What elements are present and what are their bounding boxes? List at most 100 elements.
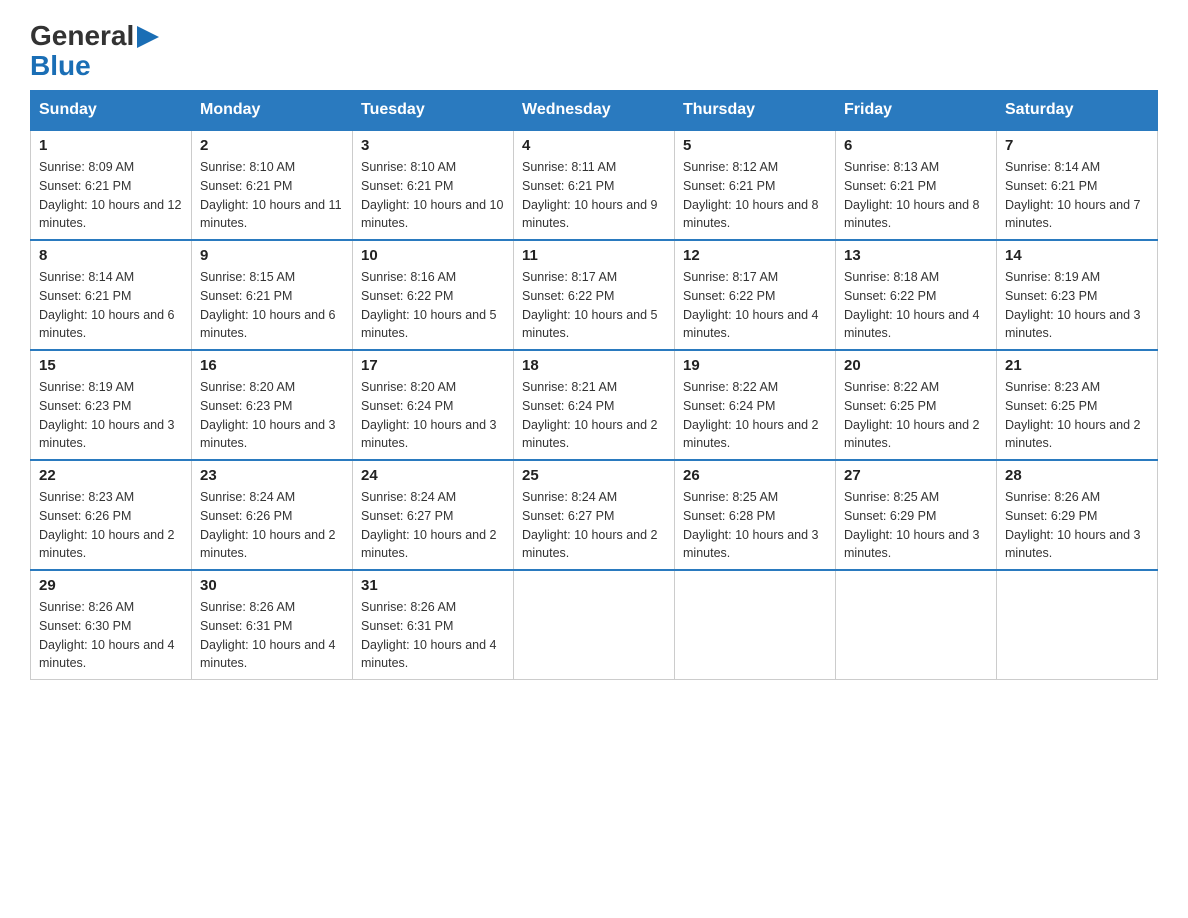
day-info: Sunrise: 8:22 AMSunset: 6:24 PMDaylight:… <box>683 378 827 453</box>
calendar-day-8: 8 Sunrise: 8:14 AMSunset: 6:21 PMDayligh… <box>31 240 192 350</box>
day-info: Sunrise: 8:15 AMSunset: 6:21 PMDaylight:… <box>200 268 344 343</box>
calendar-day-26: 26 Sunrise: 8:25 AMSunset: 6:28 PMDaylig… <box>675 460 836 570</box>
calendar-day-18: 18 Sunrise: 8:21 AMSunset: 6:24 PMDaylig… <box>514 350 675 460</box>
day-info: Sunrise: 8:26 AMSunset: 6:30 PMDaylight:… <box>39 598 183 673</box>
day-number: 16 <box>200 357 344 374</box>
day-number: 25 <box>522 467 666 484</box>
day-number: 4 <box>522 137 666 154</box>
day-info: Sunrise: 8:16 AMSunset: 6:22 PMDaylight:… <box>361 268 505 343</box>
day-number: 23 <box>200 467 344 484</box>
calendar-day-24: 24 Sunrise: 8:24 AMSunset: 6:27 PMDaylig… <box>353 460 514 570</box>
day-number: 31 <box>361 577 505 594</box>
logo-arrow-icon <box>137 26 159 48</box>
calendar-header-row: SundayMondayTuesdayWednesdayThursdayFrid… <box>31 91 1158 131</box>
day-number: 8 <box>39 247 183 264</box>
day-number: 7 <box>1005 137 1149 154</box>
calendar-day-17: 17 Sunrise: 8:20 AMSunset: 6:24 PMDaylig… <box>353 350 514 460</box>
calendar-day-13: 13 Sunrise: 8:18 AMSunset: 6:22 PMDaylig… <box>836 240 997 350</box>
day-info: Sunrise: 8:22 AMSunset: 6:25 PMDaylight:… <box>844 378 988 453</box>
empty-cell <box>675 570 836 680</box>
day-number: 21 <box>1005 357 1149 374</box>
day-info: Sunrise: 8:26 AMSunset: 6:29 PMDaylight:… <box>1005 488 1149 563</box>
day-info: Sunrise: 8:25 AMSunset: 6:29 PMDaylight:… <box>844 488 988 563</box>
day-info: Sunrise: 8:24 AMSunset: 6:27 PMDaylight:… <box>522 488 666 563</box>
calendar-table: SundayMondayTuesdayWednesdayThursdayFrid… <box>30 90 1158 680</box>
calendar-week-3: 15 Sunrise: 8:19 AMSunset: 6:23 PMDaylig… <box>31 350 1158 460</box>
calendar-day-7: 7 Sunrise: 8:14 AMSunset: 6:21 PMDayligh… <box>997 130 1158 240</box>
day-number: 26 <box>683 467 827 484</box>
day-number: 15 <box>39 357 183 374</box>
empty-cell <box>514 570 675 680</box>
calendar-day-1: 1 Sunrise: 8:09 AMSunset: 6:21 PMDayligh… <box>31 130 192 240</box>
header-tuesday: Tuesday <box>353 91 514 131</box>
day-number: 5 <box>683 137 827 154</box>
calendar-day-6: 6 Sunrise: 8:13 AMSunset: 6:21 PMDayligh… <box>836 130 997 240</box>
day-info: Sunrise: 8:14 AMSunset: 6:21 PMDaylight:… <box>39 268 183 343</box>
day-info: Sunrise: 8:14 AMSunset: 6:21 PMDaylight:… <box>1005 158 1149 233</box>
calendar-day-3: 3 Sunrise: 8:10 AMSunset: 6:21 PMDayligh… <box>353 130 514 240</box>
day-info: Sunrise: 8:25 AMSunset: 6:28 PMDaylight:… <box>683 488 827 563</box>
calendar-day-31: 31 Sunrise: 8:26 AMSunset: 6:31 PMDaylig… <box>353 570 514 680</box>
logo-general-text: General <box>30 20 134 52</box>
calendar-day-23: 23 Sunrise: 8:24 AMSunset: 6:26 PMDaylig… <box>192 460 353 570</box>
day-number: 3 <box>361 137 505 154</box>
day-info: Sunrise: 8:26 AMSunset: 6:31 PMDaylight:… <box>361 598 505 673</box>
day-info: Sunrise: 8:20 AMSunset: 6:24 PMDaylight:… <box>361 378 505 453</box>
calendar-day-20: 20 Sunrise: 8:22 AMSunset: 6:25 PMDaylig… <box>836 350 997 460</box>
day-info: Sunrise: 8:24 AMSunset: 6:26 PMDaylight:… <box>200 488 344 563</box>
day-info: Sunrise: 8:18 AMSunset: 6:22 PMDaylight:… <box>844 268 988 343</box>
day-info: Sunrise: 8:17 AMSunset: 6:22 PMDaylight:… <box>683 268 827 343</box>
day-info: Sunrise: 8:10 AMSunset: 6:21 PMDaylight:… <box>361 158 505 233</box>
day-number: 17 <box>361 357 505 374</box>
header-saturday: Saturday <box>997 91 1158 131</box>
day-number: 13 <box>844 247 988 264</box>
day-number: 10 <box>361 247 505 264</box>
calendar-day-5: 5 Sunrise: 8:12 AMSunset: 6:21 PMDayligh… <box>675 130 836 240</box>
calendar-day-10: 10 Sunrise: 8:16 AMSunset: 6:22 PMDaylig… <box>353 240 514 350</box>
day-number: 28 <box>1005 467 1149 484</box>
day-number: 29 <box>39 577 183 594</box>
empty-cell <box>836 570 997 680</box>
day-number: 2 <box>200 137 344 154</box>
empty-cell <box>997 570 1158 680</box>
calendar-week-4: 22 Sunrise: 8:23 AMSunset: 6:26 PMDaylig… <box>31 460 1158 570</box>
day-info: Sunrise: 8:23 AMSunset: 6:25 PMDaylight:… <box>1005 378 1149 453</box>
calendar-day-19: 19 Sunrise: 8:22 AMSunset: 6:24 PMDaylig… <box>675 350 836 460</box>
day-info: Sunrise: 8:19 AMSunset: 6:23 PMDaylight:… <box>39 378 183 453</box>
calendar-week-2: 8 Sunrise: 8:14 AMSunset: 6:21 PMDayligh… <box>31 240 1158 350</box>
calendar-day-30: 30 Sunrise: 8:26 AMSunset: 6:31 PMDaylig… <box>192 570 353 680</box>
day-info: Sunrise: 8:10 AMSunset: 6:21 PMDaylight:… <box>200 158 344 233</box>
header-wednesday: Wednesday <box>514 91 675 131</box>
header-thursday: Thursday <box>675 91 836 131</box>
day-info: Sunrise: 8:23 AMSunset: 6:26 PMDaylight:… <box>39 488 183 563</box>
calendar-day-2: 2 Sunrise: 8:10 AMSunset: 6:21 PMDayligh… <box>192 130 353 240</box>
day-number: 14 <box>1005 247 1149 264</box>
calendar-day-28: 28 Sunrise: 8:26 AMSunset: 6:29 PMDaylig… <box>997 460 1158 570</box>
day-number: 19 <box>683 357 827 374</box>
calendar-day-11: 11 Sunrise: 8:17 AMSunset: 6:22 PMDaylig… <box>514 240 675 350</box>
calendar-day-4: 4 Sunrise: 8:11 AMSunset: 6:21 PMDayligh… <box>514 130 675 240</box>
day-info: Sunrise: 8:21 AMSunset: 6:24 PMDaylight:… <box>522 378 666 453</box>
header-sunday: Sunday <box>31 91 192 131</box>
calendar-day-12: 12 Sunrise: 8:17 AMSunset: 6:22 PMDaylig… <box>675 240 836 350</box>
day-number: 12 <box>683 247 827 264</box>
calendar-day-9: 9 Sunrise: 8:15 AMSunset: 6:21 PMDayligh… <box>192 240 353 350</box>
calendar-week-5: 29 Sunrise: 8:26 AMSunset: 6:30 PMDaylig… <box>31 570 1158 680</box>
day-info: Sunrise: 8:24 AMSunset: 6:27 PMDaylight:… <box>361 488 505 563</box>
day-info: Sunrise: 8:19 AMSunset: 6:23 PMDaylight:… <box>1005 268 1149 343</box>
day-number: 1 <box>39 137 183 154</box>
day-number: 20 <box>844 357 988 374</box>
calendar-day-22: 22 Sunrise: 8:23 AMSunset: 6:26 PMDaylig… <box>31 460 192 570</box>
calendar-day-14: 14 Sunrise: 8:19 AMSunset: 6:23 PMDaylig… <box>997 240 1158 350</box>
day-number: 22 <box>39 467 183 484</box>
day-info: Sunrise: 8:17 AMSunset: 6:22 PMDaylight:… <box>522 268 666 343</box>
calendar-day-25: 25 Sunrise: 8:24 AMSunset: 6:27 PMDaylig… <box>514 460 675 570</box>
day-info: Sunrise: 8:20 AMSunset: 6:23 PMDaylight:… <box>200 378 344 453</box>
day-info: Sunrise: 8:12 AMSunset: 6:21 PMDaylight:… <box>683 158 827 233</box>
day-number: 11 <box>522 247 666 264</box>
day-info: Sunrise: 8:13 AMSunset: 6:21 PMDaylight:… <box>844 158 988 233</box>
day-info: Sunrise: 8:09 AMSunset: 6:21 PMDaylight:… <box>39 158 183 233</box>
calendar-day-16: 16 Sunrise: 8:20 AMSunset: 6:23 PMDaylig… <box>192 350 353 460</box>
calendar-day-27: 27 Sunrise: 8:25 AMSunset: 6:29 PMDaylig… <box>836 460 997 570</box>
calendar-day-29: 29 Sunrise: 8:26 AMSunset: 6:30 PMDaylig… <box>31 570 192 680</box>
